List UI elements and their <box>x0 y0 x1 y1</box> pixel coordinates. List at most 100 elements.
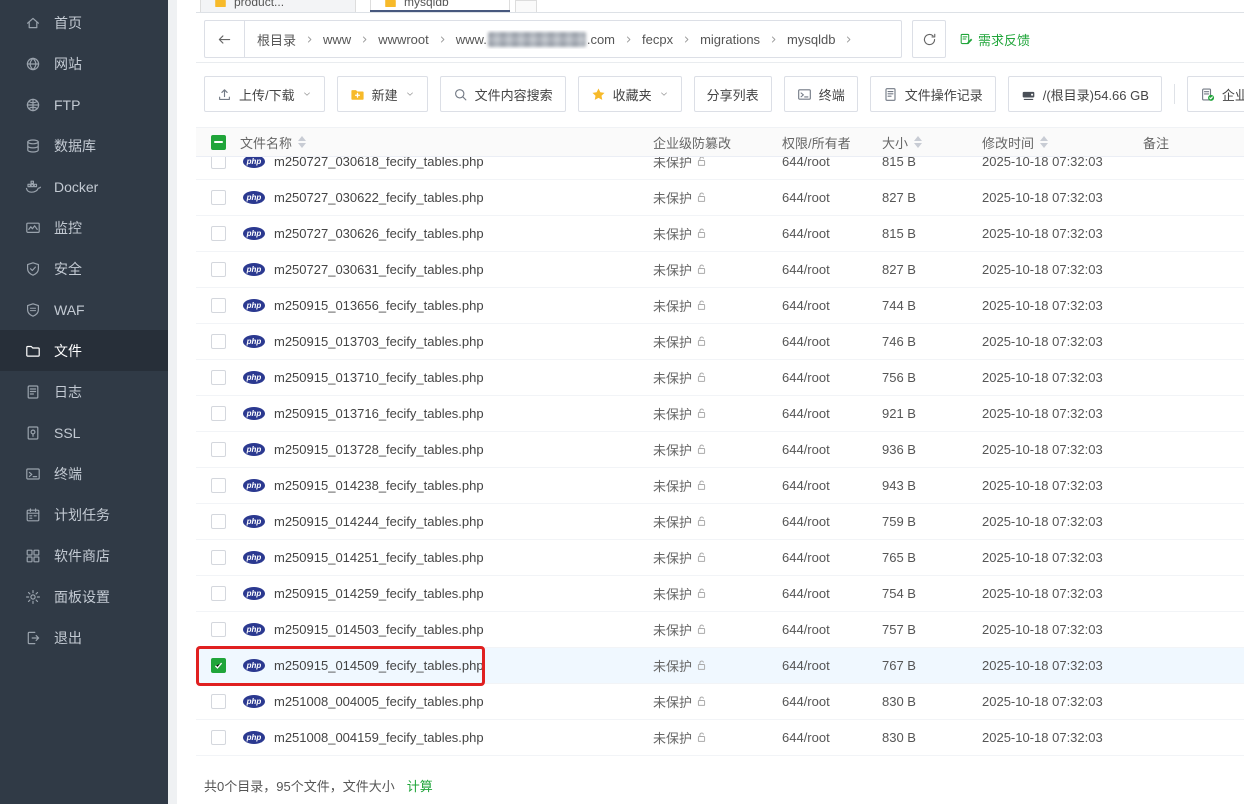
row-checkbox[interactable] <box>211 694 226 709</box>
file-name: m250915_013703_fecify_tables.php <box>274 334 484 349</box>
row-checkbox[interactable] <box>211 730 226 745</box>
upload-download-button[interactable]: 上传/下载 <box>204 76 325 112</box>
sidebar-item-monitor[interactable]: 监控 <box>0 207 168 248</box>
refresh-button[interactable] <box>912 20 946 58</box>
row-checkbox[interactable] <box>211 226 226 241</box>
row-checkbox[interactable] <box>211 262 226 277</box>
file-name-cell[interactable]: phpm250915_013703_fecify_tables.php <box>240 334 653 349</box>
file-row[interactable]: phpm251008_004159_fecify_tables.php未保护64… <box>196 720 1244 756</box>
row-checkbox[interactable] <box>211 442 226 457</box>
sidebar-item-appstore[interactable]: 软件商店 <box>0 535 168 576</box>
file-name-cell[interactable]: phpm250727_030618_fecify_tables.php <box>240 157 653 169</box>
column-header-3[interactable]: 大小 <box>882 133 982 152</box>
file-name: m250915_014259_fecify_tables.php <box>274 586 484 601</box>
sidebar-item-security[interactable]: 安全 <box>0 248 168 289</box>
new-button[interactable]: 新建 <box>337 76 428 112</box>
tamper-proof-button[interactable]: 企业级防篡改 <box>1187 76 1244 112</box>
feedback-link[interactable]: 需求反馈 <box>959 20 1030 58</box>
unlock-icon <box>695 157 708 168</box>
share-list-button[interactable]: 分享列表 <box>694 76 772 112</box>
file-row[interactable]: phpm250915_013728_fecify_tables.php未保护64… <box>196 432 1244 468</box>
row-checkbox[interactable] <box>211 406 226 421</box>
favorites-button[interactable]: 收藏夹 <box>578 76 682 112</box>
row-checkbox[interactable] <box>211 658 226 673</box>
breadcrumb-item-mysqldb[interactable]: mysqldb <box>787 32 835 47</box>
file-row[interactable]: phpm250915_013710_fecify_tables.php未保护64… <box>196 360 1244 396</box>
sidebar-item-logs[interactable]: 日志 <box>0 371 168 412</box>
file-row[interactable]: phpm250727_030618_fecify_tables.php未保护64… <box>196 157 1244 180</box>
sidebar-item-home[interactable]: 首页 <box>0 2 168 43</box>
file-row[interactable]: phpm250915_014259_fecify_tables.php未保护64… <box>196 576 1244 612</box>
row-checkbox[interactable] <box>211 334 226 349</box>
file-row[interactable]: phpm250915_014244_fecify_tables.php未保护64… <box>196 504 1244 540</box>
row-checkbox[interactable] <box>211 190 226 205</box>
feedback-icon <box>959 32 973 46</box>
sidebar-item-cron[interactable]: 计划任务 <box>0 494 168 535</box>
file-name-cell[interactable]: phpm250915_014244_fecify_tables.php <box>240 514 653 529</box>
sidebar-item-terminal[interactable]: 终端 <box>0 453 168 494</box>
sidebar-item-waf[interactable]: WAF <box>0 289 168 330</box>
file-op-log-button[interactable]: 文件操作记录 <box>870 76 996 112</box>
database-icon <box>25 138 41 154</box>
breadcrumb-item-wwwroot[interactable]: wwwroot <box>378 32 429 47</box>
file-row[interactable]: phpm250915_014251_fecify_tables.php未保护64… <box>196 540 1244 576</box>
sidebar-item-database[interactable]: 数据库 <box>0 125 168 166</box>
file-row[interactable]: phpm250915_014509_fecify_tables.php未保护64… <box>196 648 1244 684</box>
file-row[interactable]: phpm250915_013716_fecify_tables.php未保护64… <box>196 396 1244 432</box>
file-name-cell[interactable]: phpm250727_030622_fecify_tables.php <box>240 190 653 205</box>
file-name-cell[interactable]: phpm250915_013728_fecify_tables.php <box>240 442 653 457</box>
row-checkbox[interactable] <box>211 622 226 637</box>
file-row[interactable]: phpm251008_004005_fecify_tables.php未保护64… <box>196 684 1244 720</box>
sidebar-item-site[interactable]: 网站 <box>0 43 168 84</box>
row-checkbox[interactable] <box>211 586 226 601</box>
row-checkbox[interactable] <box>211 550 226 565</box>
breadcrumb-item-domain[interactable]: www..com <box>456 32 615 47</box>
select-all-checkbox[interactable] <box>211 135 226 150</box>
file-row[interactable]: phpm250915_014503_fecify_tables.php未保护64… <box>196 612 1244 648</box>
file-row[interactable]: phpm250915_013703_fecify_tables.php未保护64… <box>196 324 1244 360</box>
breadcrumb-item-fecpx[interactable]: fecpx <box>642 32 673 47</box>
sidebar-item-files[interactable]: 文件 <box>0 330 168 371</box>
row-checkbox[interactable] <box>211 514 226 529</box>
file-name-cell[interactable]: phpm250915_014238_fecify_tables.php <box>240 478 653 493</box>
file-list-viewport[interactable]: phpm250727_030618_fecify_tables.php未保护64… <box>196 157 1244 756</box>
disk-root-button[interactable]: /(根目录)54.66 GB <box>1008 76 1162 112</box>
file-name-cell[interactable]: phpm250727_030626_fecify_tables.php <box>240 226 653 241</box>
content-search-button[interactable]: 文件内容搜索 <box>440 76 566 112</box>
file-row[interactable]: phpm250915_014238_fecify_tables.php未保护64… <box>196 468 1244 504</box>
breadcrumb-item-root[interactable]: 根目录 <box>257 30 296 49</box>
breadcrumb-item-migrations[interactable]: migrations <box>700 32 760 47</box>
file-name-cell[interactable]: phpm250915_014509_fecify_tables.php <box>240 658 653 673</box>
row-checkbox[interactable] <box>211 478 226 493</box>
file-name-cell[interactable]: phpm250915_013710_fecify_tables.php <box>240 370 653 385</box>
column-header-4[interactable]: 修改时间 <box>982 133 1143 152</box>
calc-size-link[interactable]: 计算 <box>407 776 433 795</box>
row-checkbox[interactable] <box>211 157 226 169</box>
back-button[interactable] <box>205 21 245 57</box>
file-name-cell[interactable]: phpm250915_014259_fecify_tables.php <box>240 586 653 601</box>
sidebar-item-logout[interactable]: 退出 <box>0 617 168 658</box>
file-name-cell[interactable]: phpm250915_014251_fecify_tables.php <box>240 550 653 565</box>
sidebar-item-docker[interactable]: Docker <box>0 166 168 207</box>
file-tab-product[interactable]: product... <box>200 0 356 12</box>
breadcrumb-item-www[interactable]: www <box>323 32 351 47</box>
file-row[interactable]: phpm250727_030631_fecify_tables.php未保护64… <box>196 252 1244 288</box>
sidebar-item-panel-settings[interactable]: 面板设置 <box>0 576 168 617</box>
sidebar-item-ssl[interactable]: SSL <box>0 412 168 453</box>
row-checkbox[interactable] <box>211 298 226 313</box>
file-name-cell[interactable]: phpm250915_014503_fecify_tables.php <box>240 622 653 637</box>
file-name-cell[interactable]: phpm250915_013656_fecify_tables.php <box>240 298 653 313</box>
file-row[interactable]: phpm250727_030626_fecify_tables.php未保护64… <box>196 216 1244 252</box>
terminal-button[interactable]: 终端 <box>784 76 858 112</box>
file-name-cell[interactable]: phpm250915_013716_fecify_tables.php <box>240 406 653 421</box>
file-name-cell[interactable]: phpm250727_030631_fecify_tables.php <box>240 262 653 277</box>
column-header-0[interactable]: 文件名称 <box>240 133 653 152</box>
file-name-cell[interactable]: phpm251008_004159_fecify_tables.php <box>240 730 653 745</box>
row-checkbox[interactable] <box>211 370 226 385</box>
file-row[interactable]: phpm250915_013656_fecify_tables.php未保护64… <box>196 288 1244 324</box>
new-tab-button[interactable] <box>515 0 537 12</box>
sidebar-item-ftp[interactable]: FTP <box>0 84 168 125</box>
file-name-cell[interactable]: phpm251008_004005_fecify_tables.php <box>240 694 653 709</box>
file-row[interactable]: phpm250727_030622_fecify_tables.php未保护64… <box>196 180 1244 216</box>
file-tab-mysqldb[interactable]: mysqldb <box>370 0 510 12</box>
